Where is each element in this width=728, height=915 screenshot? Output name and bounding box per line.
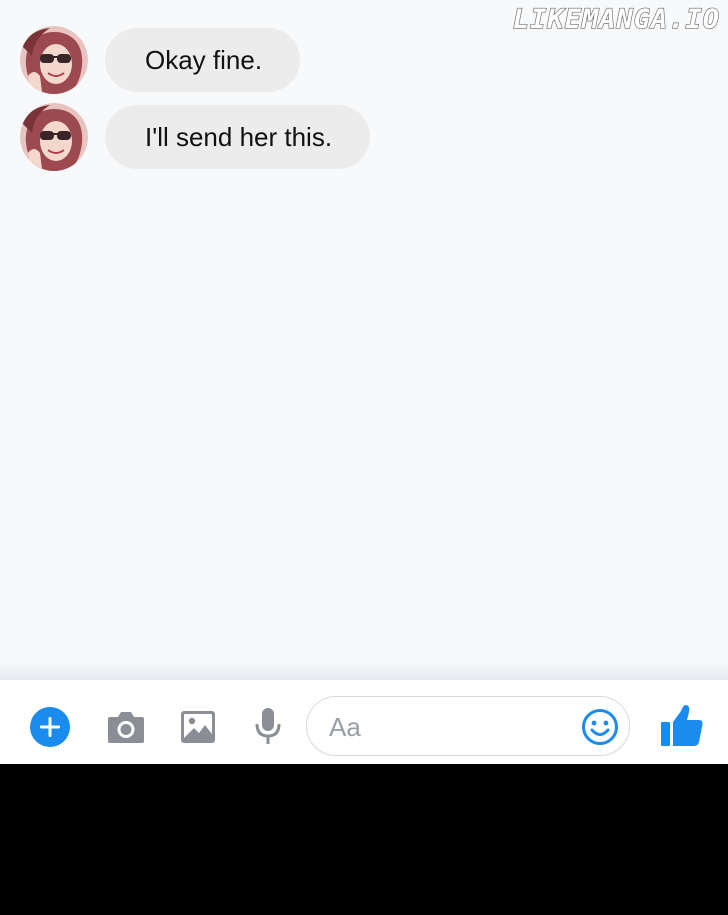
like-button[interactable] bbox=[659, 702, 705, 748]
watermark: LIKEMANGA.IO bbox=[512, 3, 720, 35]
add-button[interactable] bbox=[30, 707, 70, 747]
avatar[interactable] bbox=[20, 103, 88, 171]
microphone-icon bbox=[255, 708, 281, 744]
message-bubble[interactable]: Okay fine. bbox=[105, 28, 301, 92]
smiley-icon bbox=[582, 709, 618, 745]
message-row: Okay fine. bbox=[20, 26, 301, 94]
camera-icon bbox=[108, 712, 144, 743]
thumbs-up-icon bbox=[661, 705, 703, 746]
gallery-button[interactable] bbox=[178, 707, 218, 747]
message-bubble[interactable]: I'll send her this. bbox=[105, 105, 371, 169]
chat-screen: LIKEMANGA.IO Okay fine. I'll send her th… bbox=[0, 0, 728, 764]
black-letterbox bbox=[0, 764, 728, 915]
message-row: I'll send her this. bbox=[20, 103, 371, 171]
message-input-box[interactable] bbox=[306, 696, 630, 756]
camera-button[interactable] bbox=[106, 707, 146, 747]
plus-circle-icon bbox=[30, 707, 70, 747]
emoji-button[interactable] bbox=[581, 708, 619, 746]
voice-button[interactable] bbox=[248, 707, 288, 747]
image-icon bbox=[181, 711, 215, 743]
avatar[interactable] bbox=[20, 26, 88, 94]
composer-bar bbox=[0, 679, 728, 764]
composer-shadow bbox=[0, 662, 728, 680]
message-input[interactable] bbox=[327, 707, 571, 747]
